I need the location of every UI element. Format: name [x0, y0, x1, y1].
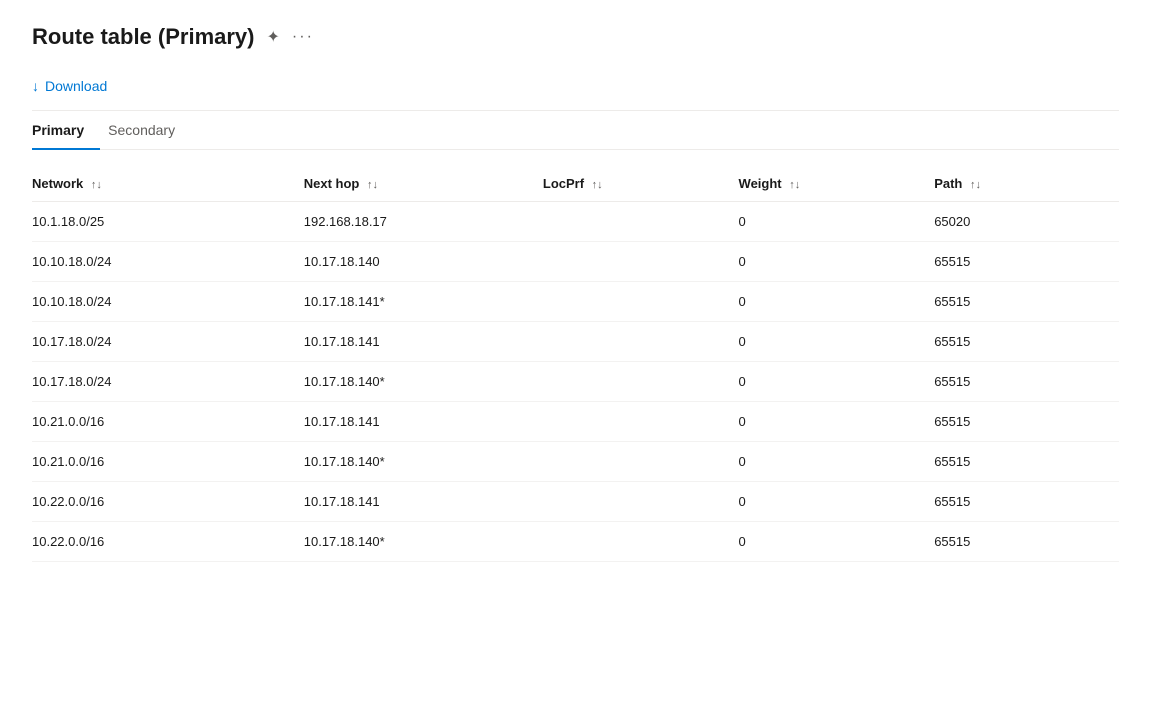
- cell-locprf: [543, 322, 739, 362]
- download-label: Download: [45, 78, 107, 94]
- cell-network: 10.10.18.0/24: [32, 282, 304, 322]
- cell-nexthop: 10.17.18.141: [304, 402, 543, 442]
- table-body: 10.1.18.0/25192.168.18.1706502010.10.18.…: [32, 202, 1119, 562]
- cell-network: 10.17.18.0/24: [32, 322, 304, 362]
- cell-nexthop: 10.17.18.141*: [304, 282, 543, 322]
- sort-icon-locprf: ↑↓: [592, 179, 603, 191]
- table-header: Network ↑↓ Next hop ↑↓ LocPrf ↑↓ Weight …: [32, 166, 1119, 202]
- column-label-path: Path: [934, 176, 962, 191]
- sort-icon-nexthop: ↑↓: [367, 179, 378, 191]
- cell-path: 65515: [934, 242, 1119, 282]
- cell-locprf: [543, 362, 739, 402]
- sort-icon-network: ↑↓: [91, 179, 102, 191]
- cell-path: 65515: [934, 402, 1119, 442]
- cell-weight: 0: [739, 362, 935, 402]
- column-header-weight[interactable]: Weight ↑↓: [739, 166, 935, 202]
- column-header-path[interactable]: Path ↑↓: [934, 166, 1119, 202]
- cell-nexthop: 10.17.18.141: [304, 322, 543, 362]
- cell-weight: 0: [739, 522, 935, 562]
- cell-locprf: [543, 442, 739, 482]
- cell-weight: 0: [739, 482, 935, 522]
- cell-locprf: [543, 402, 739, 442]
- cell-locprf: [543, 282, 739, 322]
- cell-nexthop: 10.17.18.140: [304, 242, 543, 282]
- table-row: 10.22.0.0/1610.17.18.140* 065515: [32, 522, 1119, 562]
- cell-locprf: [543, 202, 739, 242]
- cell-weight: 0: [739, 322, 935, 362]
- column-label-network: Network: [32, 176, 83, 191]
- column-label-locprf: LocPrf: [543, 176, 584, 191]
- download-icon: ↓: [32, 78, 39, 94]
- sort-icon-weight: ↑↓: [789, 179, 800, 191]
- column-header-locprf[interactable]: LocPrf ↑↓: [543, 166, 739, 202]
- column-label-weight: Weight: [739, 176, 782, 191]
- cell-path: 65515: [934, 322, 1119, 362]
- table-row: 10.21.0.0/1610.17.18.140* 065515: [32, 442, 1119, 482]
- cell-path: 65020: [934, 202, 1119, 242]
- page-title: Route table (Primary): [32, 24, 255, 50]
- cell-weight: 0: [739, 282, 935, 322]
- table-row: 10.21.0.0/1610.17.18.141 065515: [32, 402, 1119, 442]
- cell-network: 10.22.0.0/16: [32, 522, 304, 562]
- column-label-nexthop: Next hop: [304, 176, 360, 191]
- cell-path: 65515: [934, 442, 1119, 482]
- cell-network: 10.21.0.0/16: [32, 402, 304, 442]
- table-row: 10.10.18.0/2410.17.18.141* 065515: [32, 282, 1119, 322]
- cell-locprf: [543, 522, 739, 562]
- column-header-nexthop[interactable]: Next hop ↑↓: [304, 166, 543, 202]
- cell-weight: 0: [739, 442, 935, 482]
- route-table: Network ↑↓ Next hop ↑↓ LocPrf ↑↓ Weight …: [32, 166, 1119, 562]
- cell-network: 10.1.18.0/25: [32, 202, 304, 242]
- table-row: 10.1.18.0/25192.168.18.17 065020: [32, 202, 1119, 242]
- cell-path: 65515: [934, 362, 1119, 402]
- table-row: 10.17.18.0/2410.17.18.141 065515: [32, 322, 1119, 362]
- page-header: Route table (Primary) ✦ ···: [32, 24, 1119, 50]
- download-button[interactable]: ↓ Download: [32, 74, 107, 98]
- table-row: 10.10.18.0/2410.17.18.140 065515: [32, 242, 1119, 282]
- sort-icon-path: ↑↓: [970, 179, 981, 191]
- cell-path: 65515: [934, 282, 1119, 322]
- table-row: 10.22.0.0/1610.17.18.141 065515: [32, 482, 1119, 522]
- cell-weight: 0: [739, 242, 935, 282]
- cell-network: 10.21.0.0/16: [32, 442, 304, 482]
- cell-weight: 0: [739, 202, 935, 242]
- cell-locprf: [543, 242, 739, 282]
- cell-nexthop: 10.17.18.141: [304, 482, 543, 522]
- column-header-network[interactable]: Network ↑↓: [32, 166, 304, 202]
- cell-path: 65515: [934, 522, 1119, 562]
- cell-nexthop: 10.17.18.140*: [304, 522, 543, 562]
- cell-weight: 0: [739, 402, 935, 442]
- cell-nexthop: 192.168.18.17: [304, 202, 543, 242]
- tab-secondary[interactable]: Secondary: [108, 112, 191, 150]
- cell-network: 10.10.18.0/24: [32, 242, 304, 282]
- pin-icon[interactable]: ✦: [267, 27, 280, 47]
- cell-nexthop: 10.17.18.140*: [304, 362, 543, 402]
- cell-path: 65515: [934, 482, 1119, 522]
- more-options-icon[interactable]: ···: [292, 28, 314, 46]
- tab-primary[interactable]: Primary: [32, 112, 100, 150]
- table-row: 10.17.18.0/2410.17.18.140* 065515: [32, 362, 1119, 402]
- tabs-container: Primary Secondary: [32, 111, 1119, 150]
- cell-locprf: [543, 482, 739, 522]
- toolbar: ↓ Download: [32, 74, 1119, 111]
- cell-network: 10.22.0.0/16: [32, 482, 304, 522]
- cell-nexthop: 10.17.18.140*: [304, 442, 543, 482]
- cell-network: 10.17.18.0/24: [32, 362, 304, 402]
